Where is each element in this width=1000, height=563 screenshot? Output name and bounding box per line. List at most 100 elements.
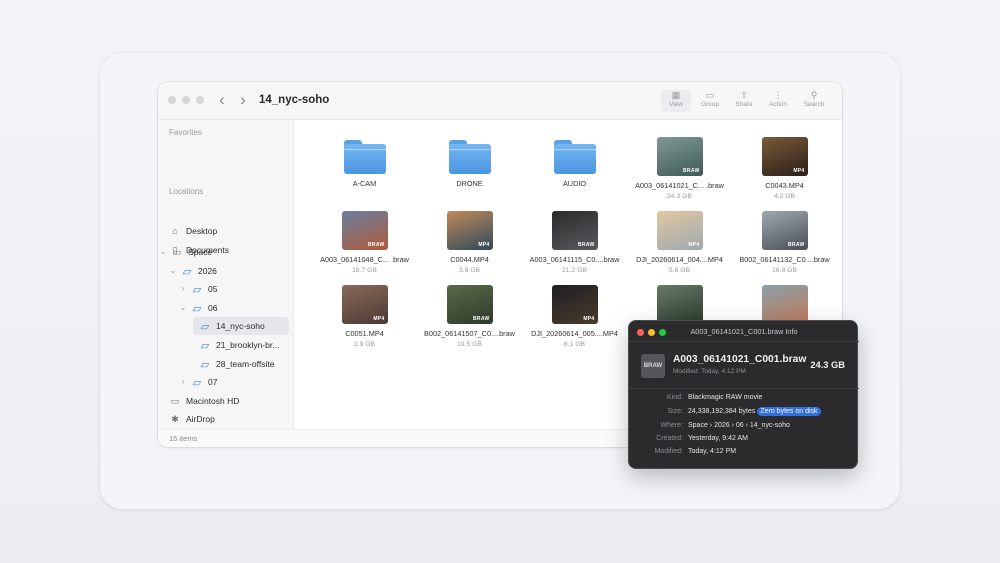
sidebar-item-desktop[interactable]: ⌂ Desktop — [169, 222, 287, 240]
toolbar-action-button[interactable]: ⋮ Action — [763, 90, 793, 112]
sidebar-item-label: Space — [188, 247, 213, 257]
file-name: A-CAM — [352, 179, 377, 188]
back-icon[interactable]: ‹ — [214, 91, 230, 109]
chevron-right-icon[interactable]: › — [179, 377, 187, 386]
toolbar-share-button[interactable]: ⇧ Share — [729, 90, 759, 112]
folder-item[interactable]: AUDIO — [522, 137, 627, 188]
file-item[interactable]: MP4 DJI_20260614_004....MP4 5.6 GB — [627, 211, 732, 274]
sidebar-item-05[interactable]: ▱ 05 — [191, 280, 287, 298]
info-row-value-text: 24,338,192,384 bytes — [688, 408, 756, 415]
airdrop-icon: ✱ — [171, 413, 179, 424]
sidebar-item-macintosh-hd[interactable]: ▭ Macintosh HD — [169, 392, 287, 410]
file-type-badge: MP4 — [793, 168, 805, 174]
video-thumbnail: BRAW — [446, 285, 493, 324]
file-size: 21.2 GB — [562, 267, 587, 274]
info-row-label: Where: — [660, 422, 683, 429]
sidebar-item-28-team-offsite[interactable]: ▱ 28_team-offsite — [199, 355, 287, 373]
folder-item[interactable]: A-CAM — [312, 137, 417, 188]
close-button[interactable] — [168, 96, 176, 104]
file-type-badge: MP4 — [583, 316, 595, 322]
file-item[interactable] — [627, 285, 732, 324]
file-item[interactable]: MP4 DJI_20260614_005....MP4 6.1 GB — [522, 285, 627, 348]
group-icon: ▭ — [705, 90, 715, 100]
info-row-value-text: Blackmagic RAW movie — [688, 394, 763, 401]
sidebar-item-21-brooklyn-br[interactable]: ▱ 21_brooklyn-br... — [199, 336, 287, 354]
folder-icon: ▱ — [192, 302, 202, 315]
chevron-down-icon[interactable]: ⌄ — [159, 247, 167, 256]
file-item[interactable]: BRAW A003_06141021_C... .braw 24.3 GB — [627, 137, 732, 200]
forward-icon[interactable]: › — [235, 91, 251, 109]
toolbar-view-button[interactable]: ▦ View — [661, 90, 691, 112]
file-item[interactable]: BRAW A003_06141048_C... .braw 18.7 GB — [312, 211, 417, 274]
chevron-down-icon[interactable]: ⌄ — [179, 303, 187, 312]
folder-icon — [448, 140, 491, 174]
zero-bytes-badge: Zero bytes on disk — [757, 407, 821, 416]
info-row-modified: Modified: Today, 4:12 PM — [629, 448, 859, 460]
sidebar-item-label: Macintosh HD — [186, 396, 240, 406]
toolbar-group-button[interactable]: ▭ Group — [695, 90, 725, 112]
video-thumbnail: BRAW — [341, 211, 388, 250]
home-icon: ⌂ — [172, 226, 178, 236]
file-name: DJI_20260614_004....MP4 — [636, 255, 723, 264]
info-row-size: Size: 24,338,192,384 bytes Zero bytes on d… — [629, 407, 859, 420]
file-type-badge: MP4 — [688, 242, 700, 248]
minimize-button[interactable] — [182, 96, 190, 104]
toolbar-label: View — [669, 101, 683, 108]
toolbar-label: Action — [768, 101, 788, 108]
file-size: 16.8 GB — [772, 267, 797, 274]
file-item[interactable]: BRAW A003_06141115_C0....braw 21.2 GB — [522, 211, 627, 274]
drive-icon: ▭ — [170, 395, 180, 406]
locations-heading: Locations — [169, 187, 204, 196]
sidebar-item-label: AirDrop — [186, 414, 215, 424]
file-name: AUDIO — [562, 179, 587, 188]
file-size: 2.9 GB — [353, 341, 376, 348]
file-item[interactable]: BRAW B002_06141507_C0....braw 19.5 GB — [417, 285, 522, 348]
sidebar-item-label: 21_brooklyn-br... — [216, 340, 280, 350]
info-row-value: 24,338,192,384 bytes Zero bytes on disk — [688, 407, 821, 416]
file-size: 6.1 GB — [563, 341, 586, 348]
drive-icon: ▭ — [172, 246, 182, 257]
file-item[interactable]: MP4 C0043.MP4 4.2 GB — [732, 137, 837, 200]
file-item[interactable]: MP4 C0044.MP4 3.8 GB — [417, 211, 522, 274]
sidebar-item-07[interactable]: ▱ 07 — [191, 373, 287, 391]
sidebar-item-label: 05 — [208, 284, 218, 294]
info-file-size: 24.3 GB — [810, 360, 845, 370]
window-controls — [168, 96, 204, 104]
sidebar-item-14-nyc-soho[interactable]: ▱ 14_nyc-soho — [193, 317, 289, 335]
file-name: DJI_20260614_005....MP4 — [531, 329, 618, 338]
folder-item[interactable]: DRONE — [417, 137, 522, 188]
sidebar-item-2026[interactable]: ▱ 2026 — [181, 262, 287, 280]
file-name: A003_06141021_C... .braw — [635, 181, 724, 190]
info-modified-summary: Modified: Today, 4:12 PM — [673, 368, 746, 375]
sidebar-item-label: 14_nyc-soho — [216, 321, 265, 331]
info-title: A003_06141021_C001.braw Info — [690, 327, 798, 336]
file-item[interactable]: BRAW B002_06141132_C0....braw 16.8 GB — [732, 211, 837, 274]
sidebar-item-06[interactable]: ▱ 06 — [191, 299, 287, 317]
folder-icon: ▱ — [200, 320, 210, 333]
info-file-name: A003_06141021_C001.braw — [673, 354, 807, 365]
sidebar-item-label: Desktop — [186, 226, 218, 236]
video-thumbnail — [656, 285, 703, 324]
video-thumbnail: MP4 — [761, 137, 808, 176]
file-size: 24.3 GB — [667, 193, 692, 200]
sidebar-item-space[interactable]: ▭ Space — [171, 243, 287, 261]
file-size: 5.6 GB — [668, 267, 691, 274]
file-name: A003_06141048_C... .braw — [320, 255, 409, 264]
zoom-button[interactable] — [196, 96, 204, 104]
toolbar-search-button[interactable]: ⚲ Search — [799, 90, 829, 112]
sidebar-item-label: 28_team-offsite — [216, 359, 275, 369]
info-row-label: Size: — [667, 408, 683, 415]
file-type-badge: MP4 — [478, 242, 490, 248]
info-row-kind: Kind: Blackmagic RAW movie — [629, 394, 859, 406]
file-type-badge: BRAW — [683, 168, 700, 174]
chevron-down-icon[interactable]: ⌄ — [169, 266, 177, 275]
file-size: 4.2 GB — [773, 193, 796, 200]
file-item[interactable]: MP4 C0051.MP4 2.9 GB — [312, 285, 417, 348]
sidebar-item-airdrop[interactable]: ✱ AirDrop — [169, 410, 287, 428]
file-item[interactable] — [732, 285, 837, 324]
title-bar: ‹ › 14_nyc-soho ▦ View ▭ Group ⇧ Share ⋮ Action… — [158, 82, 842, 120]
info-row-label: Modified: — [654, 448, 683, 455]
file-type-badge: MP4 — [373, 316, 385, 322]
chevron-right-icon[interactable]: › — [179, 284, 187, 293]
file-name: C0044.MP4 — [450, 255, 489, 264]
